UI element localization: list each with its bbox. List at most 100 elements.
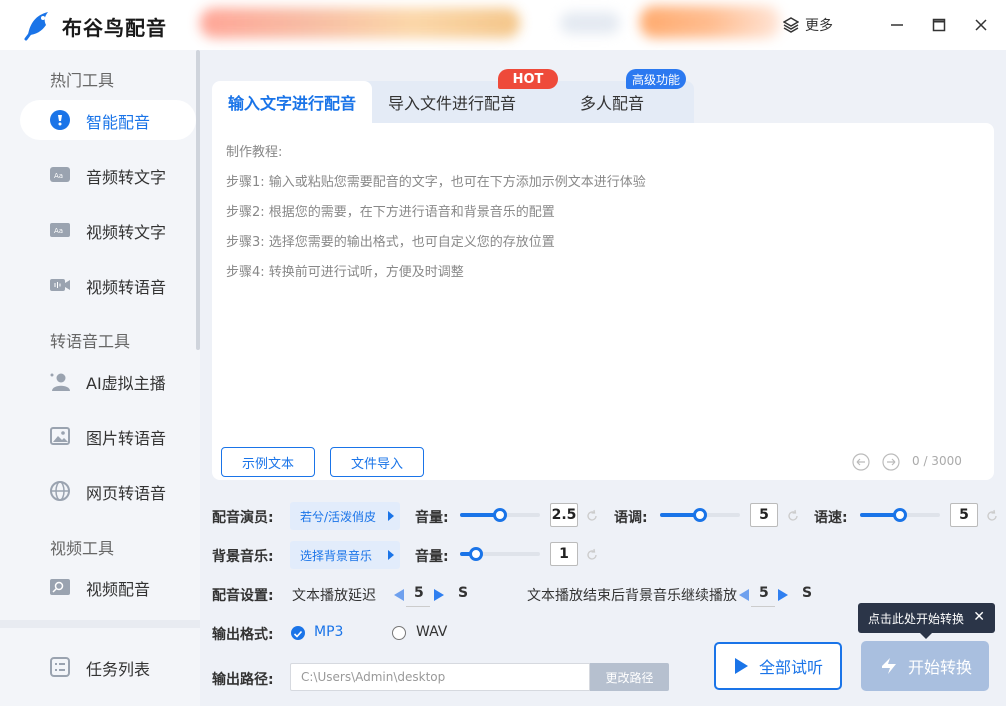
chevron-right-icon	[388, 550, 394, 560]
continue-value[interactable]: 5	[759, 585, 769, 601]
app-name: 布谷鸟配音	[62, 16, 167, 40]
tab-bar: 输入文字进行配音 导入文件进行配音 多人配音	[212, 81, 694, 123]
svg-text:Aa: Aa	[54, 172, 63, 180]
sidebar-item-label: 智能配音	[86, 113, 151, 132]
slider-knob[interactable]	[493, 508, 507, 522]
ai-anchor-icon	[49, 370, 71, 392]
delay-value[interactable]: 5	[414, 585, 424, 601]
check-icon	[293, 630, 303, 638]
preview-all-button[interactable]: 全部试听	[714, 642, 842, 690]
sidebar-item-audio-to-text[interactable]: Aa 音频转文字	[20, 155, 196, 195]
audio-text-icon: Aa	[49, 164, 71, 186]
pitch-slider[interactable]	[660, 508, 740, 522]
wav-radio[interactable]	[392, 626, 406, 640]
change-path-button[interactable]: 更改路径	[590, 663, 669, 691]
reset-icon[interactable]	[786, 509, 800, 523]
format-label: 输出格式:	[212, 627, 274, 643]
decrease-arrow-icon[interactable]	[394, 589, 404, 601]
sidebar-item-image-to-voice[interactable]: 图片转语音	[20, 416, 196, 456]
voice-actor-select[interactable]: 若兮/活泼俏皮	[290, 502, 400, 530]
tutorial-title: 制作教程:	[226, 145, 283, 160]
bgm-volume-label: 音量:	[415, 549, 449, 565]
slider-knob[interactable]	[893, 508, 907, 522]
tutorial-step: 步骤4: 转换前可进行试听，方便及时调整	[226, 265, 464, 280]
maximize-button[interactable]	[926, 12, 952, 38]
video-text-icon: Aa	[49, 219, 71, 241]
maximize-icon	[932, 18, 946, 32]
task-list-icon	[49, 656, 71, 678]
play-icon	[734, 658, 748, 674]
wav-label[interactable]: WAV	[416, 624, 447, 640]
blurred-item	[560, 12, 620, 34]
sidebar-item-web-to-voice[interactable]: 网页转语音	[20, 471, 196, 511]
sidebar-item-task-list[interactable]: 任务列表	[20, 647, 196, 687]
start-convert-button[interactable]: 开始转换	[861, 641, 989, 691]
close-icon	[975, 19, 987, 31]
output-path-input[interactable]: C:\Users\Admin\desktop	[290, 663, 590, 691]
hot-badge: HOT	[498, 69, 558, 89]
bgm-volume-slider[interactable]	[460, 547, 540, 561]
image-voice-icon	[49, 425, 71, 447]
speed-slider[interactable]	[860, 508, 940, 522]
preview-all-label: 全部试听	[758, 658, 823, 677]
more-label: 更多	[805, 18, 833, 34]
svg-text:Aa: Aa	[54, 227, 63, 235]
minimize-button[interactable]	[884, 12, 910, 38]
close-button[interactable]	[968, 12, 994, 38]
minimize-icon	[891, 24, 903, 26]
sidebar-item-label: 视频转文字	[86, 223, 167, 242]
import-file-button[interactable]: 文件导入	[330, 447, 424, 477]
app-logo-icon	[24, 12, 48, 41]
voice-volume-slider[interactable]	[460, 508, 540, 522]
reset-icon[interactable]	[585, 548, 599, 562]
tab-input-text[interactable]: 输入文字进行配音	[212, 81, 372, 123]
volume-label: 音量:	[415, 510, 449, 526]
start-convert-label: 开始转换	[907, 658, 972, 677]
delay-label: 文本播放延迟	[292, 588, 376, 604]
slider-knob[interactable]	[693, 508, 707, 522]
increase-arrow-icon[interactable]	[778, 589, 788, 601]
continue-label: 文本播放结束后背景音乐继续播放	[527, 588, 737, 604]
tutorial-step: 步骤1: 输入或粘贴您需要配音的文字，也可在下方添加示例文本进行体验	[226, 175, 646, 190]
chevron-right-icon	[388, 511, 394, 521]
sample-text-button[interactable]: 示例文本	[221, 447, 315, 477]
convert-icon	[881, 658, 896, 674]
sidebar-item-video-to-voice[interactable]: 视频转语音	[20, 265, 196, 305]
layers-icon	[783, 17, 799, 33]
sidebar-item-label: 视频配音	[86, 580, 151, 599]
text-editor[interactable]: 制作教程: 步骤1: 输入或粘贴您需要配音的文字，也可在下方添加示例文本进行体验…	[212, 123, 994, 480]
web-voice-icon	[49, 480, 71, 502]
pitch-value[interactable]: 5	[750, 503, 778, 527]
sidebar-item-video-to-text[interactable]: Aa 视频转文字	[20, 210, 196, 250]
bgm-volume-value[interactable]: 1	[550, 542, 578, 566]
increase-arrow-icon[interactable]	[434, 589, 444, 601]
sidebar-item-video-dub[interactable]: 视频配音	[20, 567, 196, 607]
mp3-label[interactable]: MP3	[314, 624, 343, 640]
reset-icon[interactable]	[585, 509, 599, 523]
voice-volume-value[interactable]: 2.5	[550, 503, 578, 527]
title-bar: 布谷鸟配音 更多	[0, 0, 1006, 50]
tutorial-step: 步骤3: 选择您需要的输出格式，也可自定义您的存放位置	[226, 235, 555, 250]
more-button[interactable]: 更多	[783, 15, 833, 35]
continue-unit: S	[802, 585, 813, 601]
redo-icon[interactable]	[882, 453, 900, 471]
delay-unit: S	[458, 585, 469, 601]
reset-icon[interactable]	[985, 509, 999, 523]
bgm-select[interactable]: 选择背景音乐	[290, 541, 400, 569]
speed-value[interactable]: 5	[950, 503, 978, 527]
sidebar-item-label: 图片转语音	[86, 429, 167, 448]
decrease-arrow-icon[interactable]	[739, 589, 749, 601]
char-counter: 0 / 3000	[912, 454, 962, 468]
pitch-label: 语调:	[614, 510, 648, 526]
slider-knob[interactable]	[469, 547, 483, 561]
advanced-badge: 高级功能	[626, 69, 686, 89]
tooltip-close-icon[interactable]: ✕	[973, 609, 985, 625]
sidebar-item-ai-anchor[interactable]: AI虚拟主播	[20, 361, 196, 401]
path-label: 输出路径:	[212, 672, 274, 688]
mp3-radio[interactable]	[291, 626, 305, 640]
sidebar-item-label: 音频转文字	[86, 168, 167, 187]
sidebar-item-label: 视频转语音	[86, 278, 167, 297]
voice-actor-label: 配音演员:	[212, 510, 274, 526]
sidebar-item-smart-dub[interactable]: 智能配音	[20, 100, 196, 140]
undo-icon[interactable]	[852, 453, 870, 471]
